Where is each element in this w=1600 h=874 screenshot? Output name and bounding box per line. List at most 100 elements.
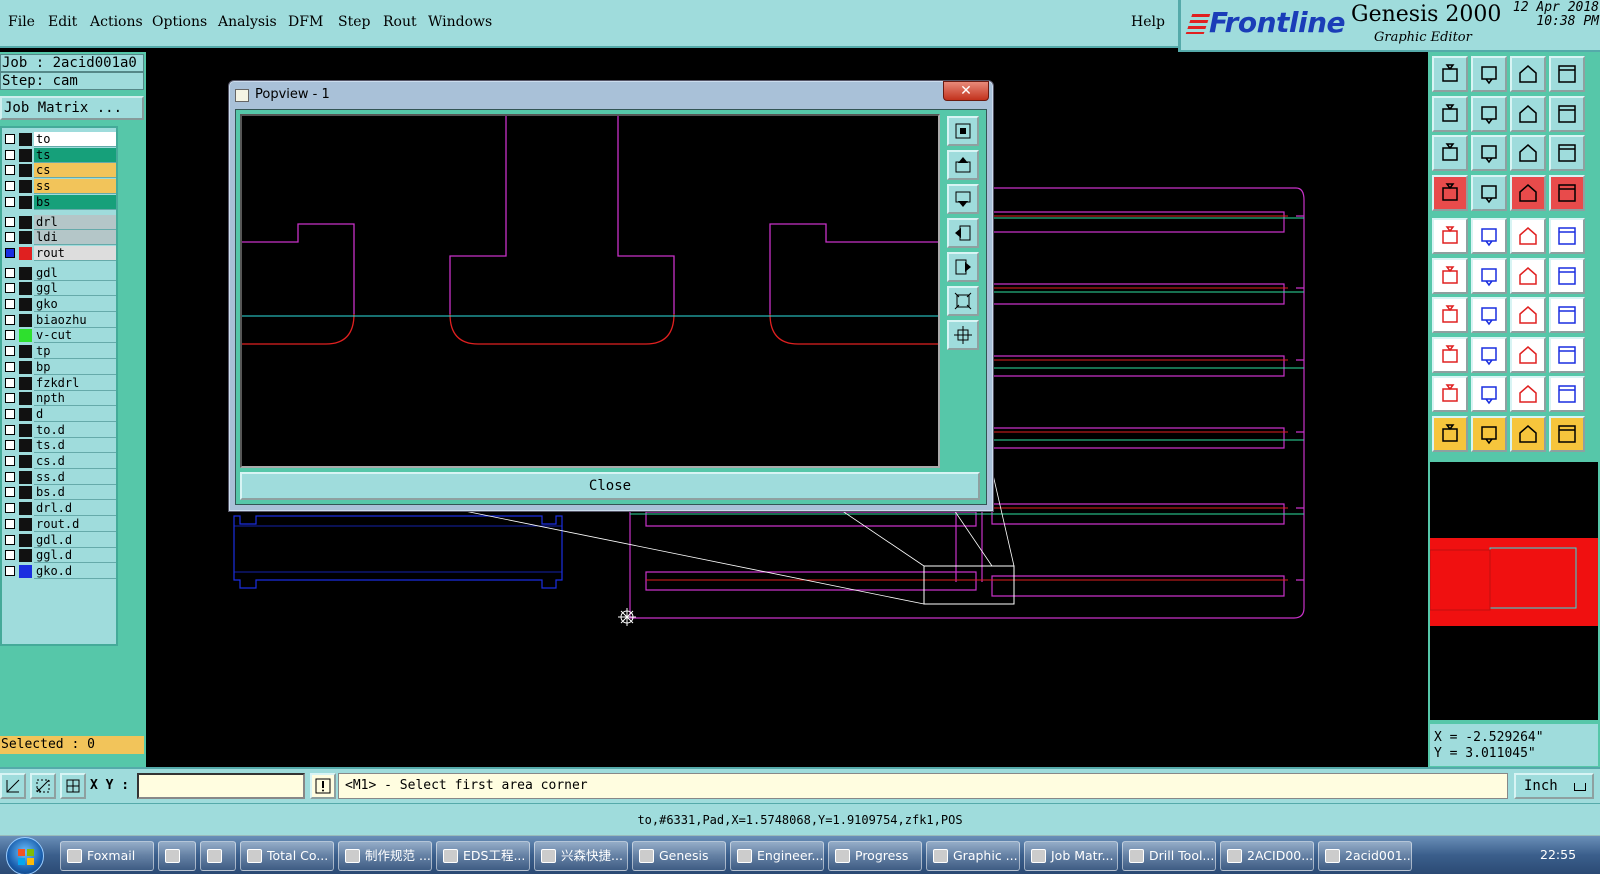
line-draw-icon[interactable] <box>1471 297 1507 333</box>
layer-checkbox[interactable] <box>5 565 15 576</box>
menu-step[interactable]: Step <box>338 14 370 30</box>
layer-checkbox[interactable] <box>5 196 15 207</box>
layer-row-v-cut[interactable]: v-cut <box>2 328 116 344</box>
xy-input[interactable] <box>137 773 305 799</box>
layer-color-swatch[interactable] <box>19 517 32 531</box>
measure-icon[interactable] <box>30 773 56 799</box>
layer-name[interactable]: gko.d <box>34 563 116 579</box>
layer-row-gko[interactable]: gko <box>2 297 116 312</box>
menu-file[interactable]: File <box>8 14 35 30</box>
layer-color-swatch[interactable] <box>19 313 32 327</box>
layer-checkbox[interactable] <box>5 503 15 514</box>
copy-icon[interactable] <box>1549 336 1585 373</box>
zoom-home-icon[interactable] <box>947 320 979 350</box>
layer-checkbox[interactable] <box>5 299 15 309</box>
pan-down-icon[interactable] <box>947 184 979 214</box>
layer-name[interactable]: biaozhu <box>34 312 116 328</box>
layer-row-rout[interactable]: rout <box>2 245 116 261</box>
layer-color-swatch[interactable] <box>19 133 32 146</box>
layer-row-bp[interactable]: bp <box>2 359 116 375</box>
pointer-icon[interactable] <box>1432 415 1468 452</box>
layer-name[interactable]: gdl <box>34 265 116 281</box>
layer-row-bs.d[interactable]: bs.d <box>2 485 116 501</box>
mirror-icon[interactable] <box>1549 297 1585 333</box>
layer-name[interactable]: bs.d <box>34 485 116 501</box>
triangle-arrow-icon[interactable] <box>1471 376 1507 412</box>
layer-color-swatch[interactable] <box>19 329 32 343</box>
layer-name[interactable]: gko <box>34 297 116 312</box>
layer-checkbox[interactable] <box>5 181 15 192</box>
net-red-icon[interactable] <box>1510 174 1546 211</box>
layer-color-swatch[interactable] <box>19 282 32 296</box>
layer-row-ss.d[interactable]: ss.d <box>2 469 116 485</box>
triangle-cross-icon[interactable] <box>1549 376 1585 412</box>
layer-checkbox[interactable] <box>5 346 15 357</box>
net-red-2-icon[interactable] <box>1549 174 1585 211</box>
layer-row-ts[interactable]: ts <box>2 147 116 163</box>
layer-checkbox[interactable] <box>5 487 15 498</box>
layer-row-rout.d[interactable]: rout.d <box>2 516 116 532</box>
layer-color-swatch[interactable] <box>19 195 32 209</box>
layer-name[interactable]: ldi <box>34 230 116 246</box>
snap-icon[interactable] <box>0 773 26 799</box>
menu-rout[interactable]: Rout <box>383 14 417 30</box>
layer-row-gdl[interactable]: gdl <box>2 265 116 281</box>
taskbar-item[interactable]: 制作规范 ... <box>338 841 432 871</box>
alert-icon[interactable] <box>310 773 336 799</box>
layer-checkbox[interactable] <box>5 232 15 243</box>
redraw-icon[interactable] <box>1549 95 1585 132</box>
layer-name[interactable]: drl.d <box>34 501 116 517</box>
menu-help[interactable]: Help <box>1131 14 1165 30</box>
layer-row-d[interactable]: d <box>2 406 116 422</box>
pointer-circle-icon[interactable] <box>1510 415 1546 452</box>
layer-row-drl.d[interactable]: drl.d <box>2 501 116 517</box>
layer-row-tp[interactable]: tp <box>2 344 116 360</box>
open-step-icon[interactable] <box>1432 56 1468 92</box>
layer-name[interactable]: rout <box>34 245 116 261</box>
layer-name[interactable]: to.d <box>34 422 116 438</box>
layer-color-swatch[interactable] <box>19 376 32 390</box>
menu-analysis[interactable]: Analysis <box>218 14 277 30</box>
layer-checkbox[interactable] <box>5 283 15 294</box>
layer-name[interactable]: ss <box>34 179 116 195</box>
layer-checkbox[interactable] <box>5 377 15 388</box>
clock[interactable]: 22:55 <box>1540 847 1576 862</box>
close-step-icon[interactable] <box>1471 56 1507 92</box>
start-button[interactable] <box>6 837 44 874</box>
layer-checkbox[interactable] <box>5 361 15 372</box>
taskbar-item[interactable]: Job Matr... <box>1024 841 1118 871</box>
triangle-blue-icon[interactable] <box>1510 376 1546 412</box>
menu-windows[interactable]: Windows <box>428 14 492 30</box>
layer-row-to[interactable]: to <box>2 132 116 147</box>
layer-checkbox[interactable] <box>5 134 15 144</box>
layer-checkbox[interactable] <box>5 216 15 227</box>
layer-checkbox[interactable] <box>5 408 15 419</box>
pad-add-icon[interactable] <box>1432 218 1468 254</box>
layer-name[interactable]: bs <box>34 194 116 210</box>
taskbar-item[interactable]: Genesis <box>632 841 726 871</box>
angle-icon[interactable] <box>1432 297 1468 333</box>
display-icon[interactable] <box>1471 174 1507 211</box>
menu-actions[interactable]: Actions <box>90 14 143 30</box>
layer-checkbox[interactable] <box>5 471 15 482</box>
pan-right-icon[interactable] <box>947 252 979 282</box>
layer-name[interactable]: rout.d <box>34 516 116 532</box>
layer-name[interactable]: ggl.d <box>34 548 116 564</box>
layer-row-ts.d[interactable]: ts.d <box>2 438 116 454</box>
menu-dfm[interactable]: DFM <box>288 14 323 30</box>
menu-edit[interactable]: Edit <box>48 14 77 30</box>
zoom-fit-icon[interactable] <box>1432 135 1468 171</box>
layer-name[interactable]: tp <box>34 344 116 360</box>
layer-color-swatch[interactable] <box>19 470 32 484</box>
layer-name[interactable]: bp <box>34 359 116 375</box>
layer-row-gko.d[interactable]: gko.d <box>2 563 116 579</box>
move-point-icon[interactable] <box>1510 257 1546 294</box>
pan-left-icon[interactable] <box>947 218 979 248</box>
layer-row-cs.d[interactable]: cs.d <box>2 454 116 469</box>
taskbar-item[interactable] <box>200 841 236 871</box>
layer-color-swatch[interactable] <box>19 392 32 406</box>
triangle-red-icon[interactable] <box>1432 376 1468 412</box>
zoom-center-icon[interactable] <box>1471 135 1507 171</box>
help-icon[interactable] <box>1549 135 1585 171</box>
layer-name[interactable]: fzkdrl <box>34 375 116 391</box>
